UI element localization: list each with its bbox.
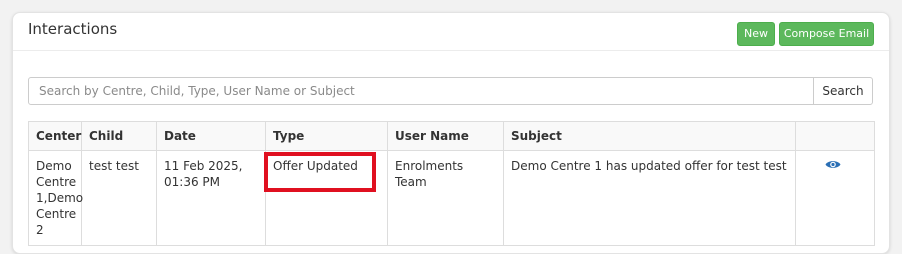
column-header-user-name[interactable]: User Name xyxy=(387,121,504,151)
cell-user-name: Enrolments Team xyxy=(387,150,504,246)
column-header-actions xyxy=(795,121,875,151)
eye-icon[interactable] xyxy=(825,158,841,174)
column-header-type[interactable]: Type xyxy=(265,121,388,151)
search-button[interactable]: Search xyxy=(813,77,873,105)
cell-actions xyxy=(795,150,875,246)
column-header-date[interactable]: Date xyxy=(156,121,266,151)
search-input[interactable] xyxy=(28,77,814,105)
type-value: Offer Updated xyxy=(273,159,358,173)
cell-date: 11 Feb 2025, 01:36 PM xyxy=(156,150,266,246)
panel-header: Interactions New Compose Email xyxy=(13,13,889,51)
table-header-row: Center Child Date Type User Name Subject xyxy=(28,121,875,151)
cell-center: Demo Centre 1,Demo Centre 2 xyxy=(28,150,83,246)
page-title: Interactions xyxy=(28,20,118,38)
cell-child: test test xyxy=(81,150,157,246)
cell-subject: Demo Centre 1 has updated offer for test… xyxy=(503,150,796,246)
interactions-table: Center Child Date Type User Name Subject… xyxy=(28,121,875,246)
new-button[interactable]: New xyxy=(737,22,775,46)
table-row[interactable]: Demo Centre 1,Demo Centre 2 test test 11… xyxy=(28,150,875,246)
column-header-center[interactable]: Center xyxy=(28,121,82,151)
column-header-subject[interactable]: Subject xyxy=(503,121,796,151)
cell-type: Offer Updated xyxy=(264,150,388,246)
interactions-panel: Interactions New Compose Email Search Ce… xyxy=(12,12,890,254)
column-header-child[interactable]: Child xyxy=(81,121,157,151)
compose-email-button[interactable]: Compose Email xyxy=(779,22,874,46)
